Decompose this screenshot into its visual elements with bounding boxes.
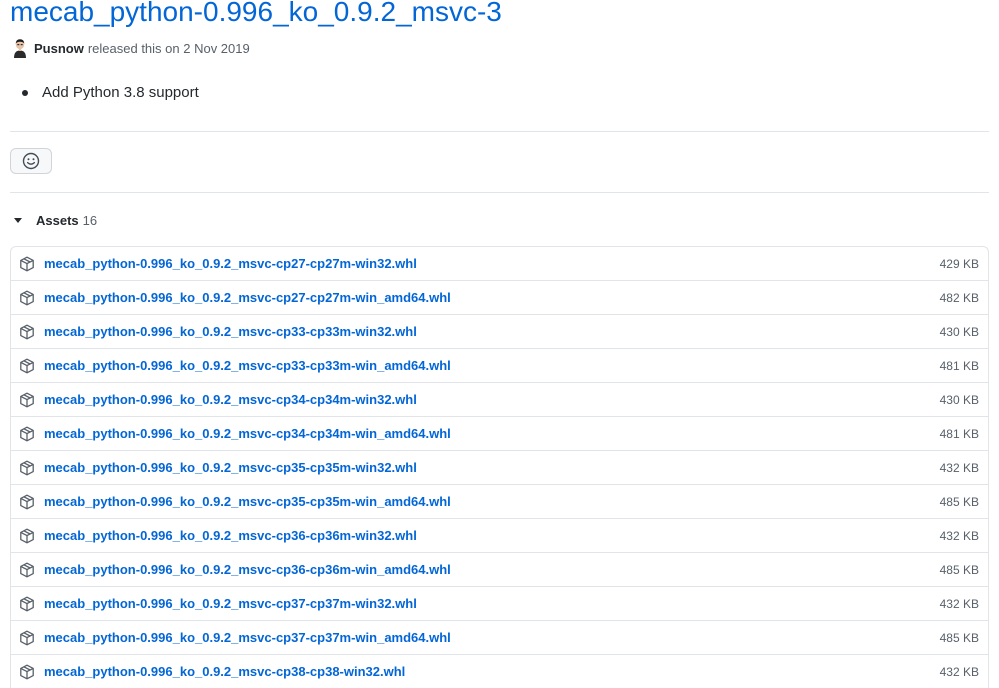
asset-size: 432 KB	[939, 664, 979, 679]
asset-download-link[interactable]: mecab_python-0.996_ko_0.9.2_msvc-cp34-cp…	[44, 426, 940, 441]
add-reaction-button[interactable]	[10, 148, 52, 174]
package-icon	[20, 358, 34, 373]
package-icon	[20, 596, 34, 611]
package-icon	[20, 256, 34, 271]
asset-download-link[interactable]: mecab_python-0.996_ko_0.9.2_msvc-cp33-cp…	[44, 324, 940, 339]
asset-row: mecab_python-0.996_ko_0.9.2_msvc-cp36-cp…	[11, 553, 988, 587]
asset-size: 432 KB	[939, 528, 979, 543]
asset-download-link[interactable]: mecab_python-0.996_ko_0.9.2_msvc-cp35-cp…	[44, 494, 940, 509]
asset-row: mecab_python-0.996_ko_0.9.2_msvc-cp38-cp…	[11, 655, 988, 688]
asset-size: 482 KB	[939, 290, 979, 305]
release-byline: Pusnow released this on 2 Nov 2019	[12, 38, 250, 58]
package-icon	[20, 494, 34, 509]
asset-size: 485 KB	[939, 562, 979, 577]
asset-row: mecab_python-0.996_ko_0.9.2_msvc-cp33-cp…	[11, 349, 988, 383]
asset-row: mecab_python-0.996_ko_0.9.2_msvc-cp37-cp…	[11, 621, 988, 655]
asset-row: mecab_python-0.996_ko_0.9.2_msvc-cp27-cp…	[11, 281, 988, 315]
asset-size: 432 KB	[939, 596, 979, 611]
package-icon	[20, 392, 34, 407]
package-icon	[20, 460, 34, 475]
asset-size: 430 KB	[939, 324, 979, 339]
divider	[10, 131, 989, 132]
divider	[10, 192, 989, 193]
package-icon	[20, 630, 34, 645]
asset-row: mecab_python-0.996_ko_0.9.2_msvc-cp37-cp…	[11, 587, 988, 621]
package-icon	[20, 426, 34, 441]
asset-row: mecab_python-0.996_ko_0.9.2_msvc-cp35-cp…	[11, 451, 988, 485]
assets-label: Assets	[36, 212, 79, 228]
asset-download-link[interactable]: mecab_python-0.996_ko_0.9.2_msvc-cp37-cp…	[44, 596, 940, 611]
release-notes: Add Python 3.8 support	[22, 84, 199, 101]
asset-download-link[interactable]: mecab_python-0.996_ko_0.9.2_msvc-cp36-cp…	[44, 562, 940, 577]
asset-size: 432 KB	[939, 460, 979, 475]
asset-size: 485 KB	[939, 630, 979, 645]
release-note-item: Add Python 3.8 support	[42, 84, 199, 101]
package-icon	[20, 324, 34, 339]
release-title[interactable]: mecab_python-0.996_ko_0.9.2_msvc-3	[10, 0, 502, 32]
asset-list: mecab_python-0.996_ko_0.9.2_msvc-cp27-cp…	[10, 246, 989, 688]
asset-size: 481 KB	[939, 426, 979, 441]
asset-size: 430 KB	[939, 392, 979, 407]
asset-download-link[interactable]: mecab_python-0.996_ko_0.9.2_msvc-cp37-cp…	[44, 630, 940, 645]
bullet-icon	[22, 89, 28, 96]
avatar[interactable]	[12, 38, 28, 58]
asset-size: 481 KB	[939, 358, 979, 373]
asset-download-link[interactable]: mecab_python-0.996_ko_0.9.2_msvc-cp34-cp…	[44, 392, 940, 407]
asset-download-link[interactable]: mecab_python-0.996_ko_0.9.2_msvc-cp36-cp…	[44, 528, 940, 543]
asset-download-link[interactable]: mecab_python-0.996_ko_0.9.2_msvc-cp38-cp…	[44, 664, 940, 679]
package-icon	[20, 562, 34, 577]
asset-download-link[interactable]: mecab_python-0.996_ko_0.9.2_msvc-cp35-cp…	[44, 460, 940, 475]
package-icon	[20, 528, 34, 543]
asset-download-link[interactable]: mecab_python-0.996_ko_0.9.2_msvc-cp27-cp…	[44, 290, 940, 305]
asset-row: mecab_python-0.996_ko_0.9.2_msvc-cp27-cp…	[11, 247, 988, 281]
assets-count: 16	[82, 212, 98, 228]
asset-size: 485 KB	[939, 494, 979, 509]
asset-row: mecab_python-0.996_ko_0.9.2_msvc-cp33-cp…	[11, 315, 988, 349]
author-link[interactable]: Pusnow	[34, 41, 84, 56]
release-page: mecab_python-0.996_ko_0.9.2_msvc-3 Pusno…	[0, 0, 999, 688]
package-icon	[20, 290, 34, 305]
asset-row: mecab_python-0.996_ko_0.9.2_msvc-cp34-cp…	[11, 417, 988, 451]
asset-download-link[interactable]: mecab_python-0.996_ko_0.9.2_msvc-cp33-cp…	[44, 358, 940, 373]
asset-row: mecab_python-0.996_ko_0.9.2_msvc-cp34-cp…	[11, 383, 988, 417]
asset-size: 429 KB	[939, 256, 979, 271]
asset-row: mecab_python-0.996_ko_0.9.2_msvc-cp35-cp…	[11, 485, 988, 519]
user-avatar-icon	[12, 38, 28, 58]
asset-row: mecab_python-0.996_ko_0.9.2_msvc-cp36-cp…	[11, 519, 988, 553]
package-icon	[20, 664, 34, 679]
release-date-text: released this on 2 Nov 2019	[87, 40, 250, 56]
assets-toggle[interactable]: Assets 16	[12, 211, 97, 229]
caret-down-icon	[14, 217, 22, 223]
smiley-icon	[22, 152, 40, 170]
asset-download-link[interactable]: mecab_python-0.996_ko_0.9.2_msvc-cp27-cp…	[44, 256, 940, 271]
